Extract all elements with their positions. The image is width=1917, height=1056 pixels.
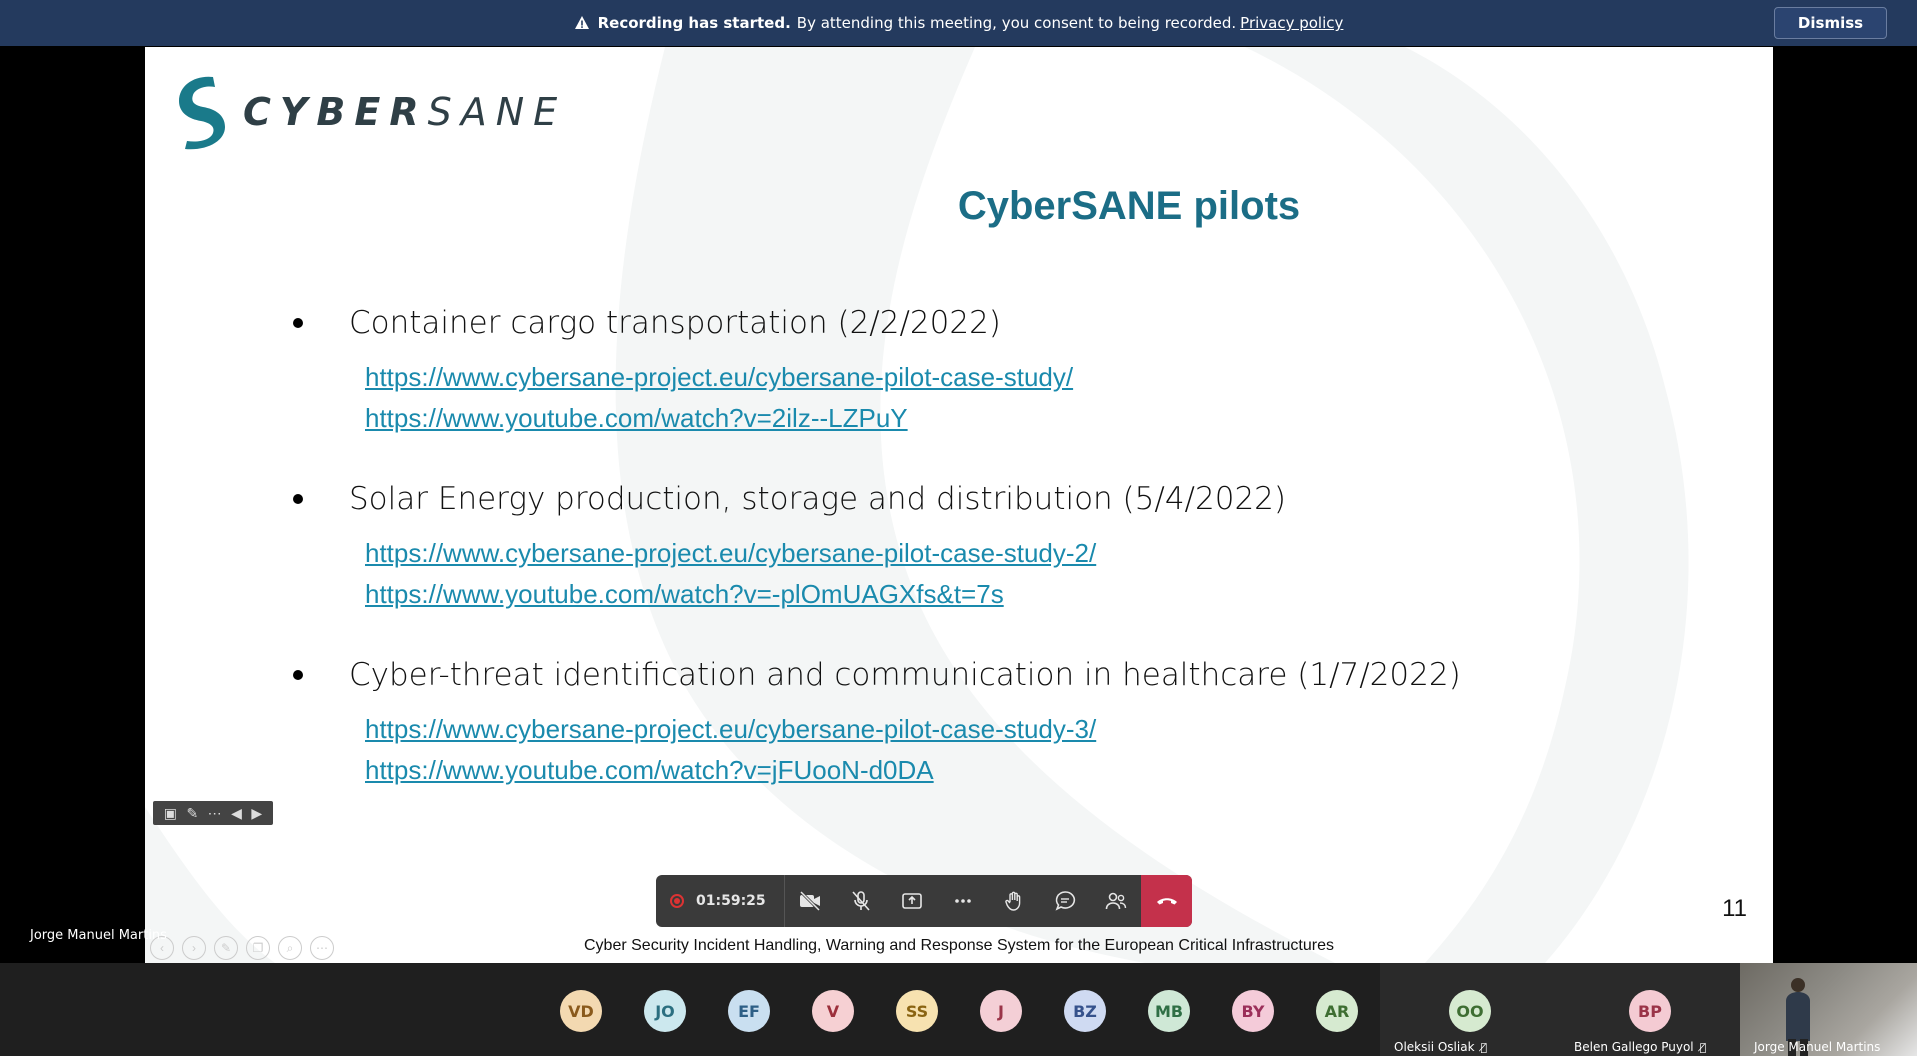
previous-slide-icon[interactable]: ◀ — [231, 805, 242, 822]
mute-button[interactable] — [836, 875, 887, 927]
participant-avatar[interactable]: EF — [728, 990, 770, 1032]
participant-strip: VD JO EF V SS J BZ MB BY AR OO Oleksii Osliak 🎙̸ B… — [0, 963, 1917, 1056]
participant-avatar[interactable]: JO — [644, 990, 686, 1032]
share-screen-button[interactable] — [887, 875, 938, 927]
cybersane-logo-icon — [179, 76, 225, 150]
more-icon[interactable]: ⋯ — [208, 805, 222, 822]
slide-page-number: 11 — [1722, 895, 1747, 922]
bullet-item: Solar Energy production, storage and dis… — [293, 481, 1693, 615]
more-actions-button[interactable] — [937, 875, 988, 927]
participant-tile[interactable]: OO Oleksii Osliak 🎙̸ — [1380, 963, 1560, 1056]
presenter-video-tile[interactable]: Jorge Manuel Martins — [1740, 963, 1917, 1056]
recording-indicator: 01:59:25 — [656, 875, 785, 927]
participant-tile[interactable]: BP Belen Gallego Puyol 🎙̸ — [1560, 963, 1740, 1056]
chat-icon — [1055, 891, 1075, 911]
warning-icon — [574, 16, 589, 29]
bullet-item: Container cargo transportation (2/2/2022… — [293, 305, 1693, 439]
forward-icon[interactable]: › — [182, 936, 206, 960]
more-icon — [955, 899, 971, 903]
participant-avatar[interactable]: V — [812, 990, 854, 1032]
privacy-policy-link[interactable]: Privacy policy — [1240, 14, 1343, 32]
logo-wordmark: CYBERSANE — [243, 90, 567, 134]
participant-avatar[interactable]: BZ — [1064, 990, 1106, 1032]
bullet-dot — [293, 670, 303, 680]
participant-avatar[interactable]: SS — [896, 990, 938, 1032]
bullet-text: Cyber-threat identification and communic… — [349, 657, 1461, 693]
camera-off-button[interactable] — [785, 875, 836, 927]
participant-avatar[interactable]: VD — [560, 990, 602, 1032]
zoom-icon[interactable]: ⌕ — [278, 936, 302, 960]
participant-avatar: BP — [1629, 990, 1671, 1032]
leave-call-button[interactable] — [1141, 875, 1193, 927]
pen-icon[interactable]: ✎ — [186, 805, 198, 822]
share-screen-icon — [902, 893, 922, 909]
chat-button[interactable] — [1039, 875, 1090, 927]
youtube-video-link[interactable]: https://www.youtube.com/watch?v=-plOmUAG… — [365, 574, 1693, 615]
participant-avatar[interactable]: J — [980, 990, 1022, 1032]
participant-avatar[interactable]: BY — [1232, 990, 1274, 1032]
copy-icon[interactable]: ❐ — [246, 936, 270, 960]
camera-off-icon — [800, 890, 821, 912]
pilot-case-study-link[interactable]: https://www.cybersane-project.eu/cybersa… — [365, 533, 1693, 574]
participant-name: Oleksii Osliak 🎙̸ — [1394, 1040, 1488, 1054]
microphone-off-icon: 🎙̸ — [1480, 1041, 1488, 1054]
banner-bold-text: Recording has started. — [597, 14, 791, 32]
microphone-off-icon: 🎙̸ — [1699, 1041, 1707, 1054]
slide-nav-toolbar: ▣ ✎ ⋯ ◀ ▶ — [153, 801, 273, 825]
recording-banner: Recording has started. By attending this… — [0, 0, 1917, 46]
next-slide-icon[interactable]: ▶ — [251, 805, 262, 822]
bullet-text: Solar Energy production, storage and dis… — [349, 481, 1286, 517]
pilot-case-study-link[interactable]: https://www.cybersane-project.eu/cybersa… — [365, 357, 1693, 398]
participant-name: Jorge Manuel Martins — [1754, 1040, 1881, 1054]
presenter-name: Jorge Manuel Martins — [30, 928, 167, 943]
meeting-timer: 01:59:25 — [696, 893, 766, 909]
bullet-text: Container cargo transportation (2/2/2022… — [349, 305, 1001, 341]
more-options-icon[interactable]: ⋯ — [310, 936, 334, 960]
bullet-list: Container cargo transportation (2/2/2022… — [293, 305, 1693, 833]
slide-menu-icon[interactable]: ▣ — [164, 805, 177, 822]
hang-up-icon — [1156, 898, 1177, 905]
recording-icon — [670, 894, 684, 908]
pilot-case-study-link[interactable]: https://www.cybersane-project.eu/cybersa… — [365, 709, 1693, 750]
youtube-video-link[interactable]: https://www.youtube.com/watch?v=2ilz--LZ… — [365, 398, 1693, 439]
slide-footer: Cyber Security Incident Handling, Warnin… — [584, 937, 1334, 954]
participant-name: Belen Gallego Puyol 🎙̸ — [1574, 1040, 1707, 1054]
raise-hand-button[interactable] — [988, 875, 1039, 927]
participant-avatar: OO — [1449, 990, 1491, 1032]
microphone-off-icon — [852, 891, 870, 911]
participants-icon — [1105, 892, 1126, 910]
dismiss-button[interactable]: Dismiss — [1774, 7, 1887, 39]
raise-hand-icon — [1005, 891, 1021, 911]
pen-tool-icon[interactable]: ✎ — [214, 936, 238, 960]
youtube-video-link[interactable]: https://www.youtube.com/watch?v=jFUooN-d… — [365, 750, 1693, 791]
bullet-dot — [293, 318, 303, 328]
slide-title: CyberSANE pilots — [957, 184, 1301, 228]
banner-message: By attending this meeting, you consent t… — [796, 14, 1237, 32]
cybersane-logo: CYBERSANE — [173, 73, 566, 151]
presentation-slide: CYBERSANE CyberSANE pilots Container car… — [145, 47, 1773, 963]
annotation-tools: ‹ › ✎ ❐ ⌕ ⋯ — [150, 936, 334, 960]
bullet-dot — [293, 494, 303, 504]
meeting-window: Recording has started. By attending this… — [0, 0, 1917, 1056]
bullet-item: Cyber-threat identification and communic… — [293, 657, 1693, 791]
meeting-control-bar: 01:59:25 — [656, 875, 1193, 927]
participants-button[interactable] — [1090, 875, 1141, 927]
participant-avatar[interactable]: MB — [1148, 990, 1190, 1032]
participant-avatar[interactable]: AR — [1316, 990, 1358, 1032]
